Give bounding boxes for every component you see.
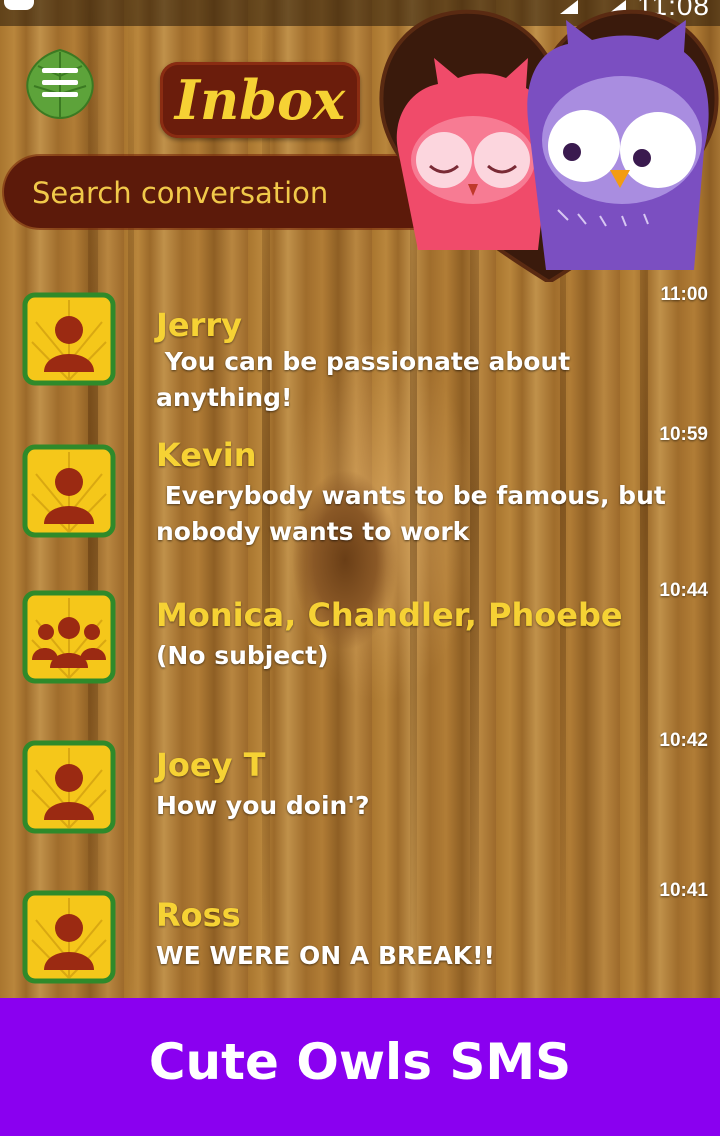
contact-name: Jerry: [156, 306, 243, 344]
contact-avatar-icon[interactable]: [22, 740, 116, 834]
message-preview: You can be passionate about anything!: [156, 347, 579, 412]
contact-name: Monica, Chandler, Phoebe: [156, 596, 623, 634]
contact-name: Kevin: [156, 436, 257, 474]
contact-avatar-icon[interactable]: [22, 292, 116, 386]
search-input[interactable]: [30, 156, 414, 230]
android-icon: [4, 0, 34, 10]
message-preview: WE WERE ON A BREAK!!: [156, 941, 495, 970]
message-time: 11:00: [660, 284, 708, 305]
contact-name: Ross: [156, 896, 241, 934]
contact-avatar-icon[interactable]: [22, 890, 116, 984]
conversation-item[interactable]: Joey T How you doin'? 10:42: [0, 730, 720, 870]
menu-button[interactable]: [22, 46, 98, 122]
message-preview: (No subject): [156, 641, 329, 670]
message-preview: How you doin'?: [156, 791, 370, 820]
owls-heart-image: [379, 9, 719, 282]
conversation-item[interactable]: Kevin Everybody wants to be famous, but …: [0, 424, 720, 564]
message-time: 10:42: [659, 730, 708, 751]
conversation-item[interactable]: Monica, Chandler, Phoebe (No subject) 10:4…: [0, 580, 720, 720]
conversation-item[interactable]: Jerry You can be passionate about anythi…: [0, 284, 720, 424]
message-preview: Everybody wants to be famous, but nobody…: [156, 481, 675, 546]
message-time: 10:41: [659, 880, 708, 901]
app-name-banner: Cute Owls SMS: [0, 998, 720, 1136]
contact-avatar-icon[interactable]: [22, 444, 116, 538]
contact-name: Joey T: [156, 746, 266, 784]
message-time: 10:59: [659, 424, 708, 445]
leaf-menu-icon: [26, 48, 94, 120]
group-avatar-icon[interactable]: [22, 590, 116, 684]
message-time: 10:44: [659, 580, 708, 601]
page-title: Inbox: [160, 62, 360, 138]
